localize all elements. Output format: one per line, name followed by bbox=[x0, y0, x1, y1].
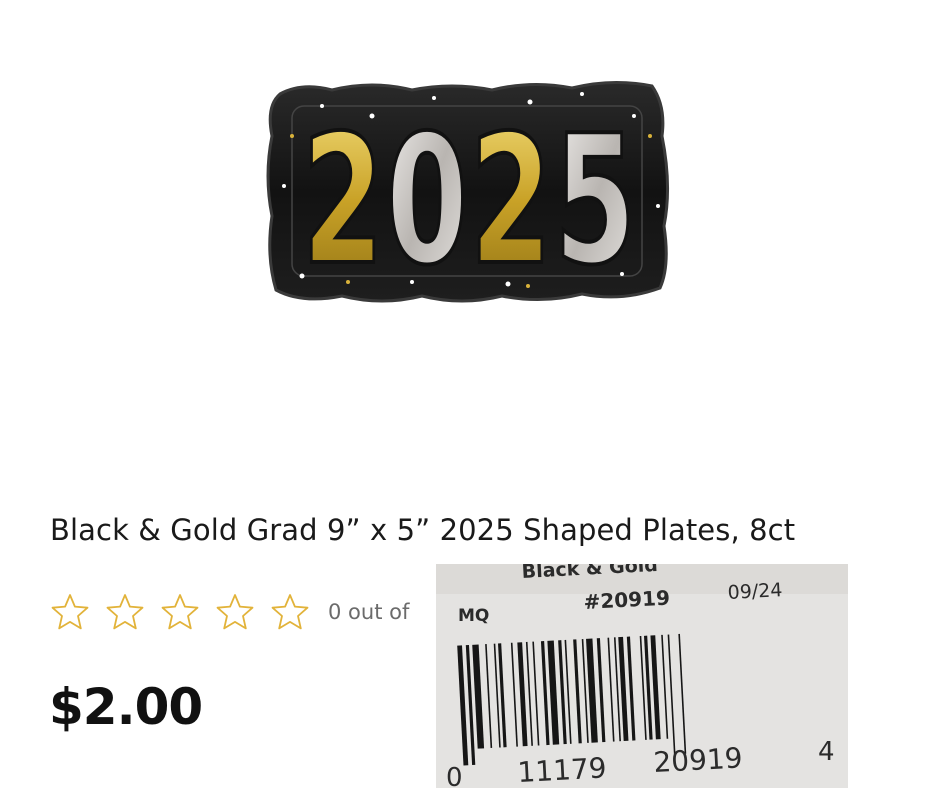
product-image[interactable]: 2 0 2 5 bbox=[262, 76, 674, 308]
svg-text:2: 2 bbox=[302, 97, 384, 304]
rating-row[interactable]: 0 out of bbox=[50, 590, 409, 634]
product-title: Black & Gold Grad 9” x 5” 2025 Shaped Pl… bbox=[50, 513, 796, 547]
label-digit-right: 4 bbox=[818, 737, 835, 767]
star-outline-icon[interactable] bbox=[270, 592, 310, 632]
svg-text:2: 2 bbox=[470, 97, 552, 304]
label-group1: 11179 bbox=[517, 751, 608, 788]
label-date: 09/24 bbox=[727, 579, 783, 604]
svg-text:5: 5 bbox=[554, 97, 636, 304]
label-group2: 20919 bbox=[653, 741, 744, 779]
star-outline-icon[interactable] bbox=[105, 592, 145, 632]
plate-graphic: 2 0 2 5 bbox=[266, 80, 670, 306]
barcode-label-photo: Black & Gold MQ #20919 09/24 0 11179 209… bbox=[436, 564, 848, 788]
star-outline-icon[interactable] bbox=[50, 592, 90, 632]
star-outline-icon[interactable] bbox=[160, 592, 200, 632]
label-code-prefix: MQ bbox=[458, 606, 489, 626]
star-outline-icon[interactable] bbox=[215, 592, 255, 632]
svg-text:0: 0 bbox=[386, 97, 468, 304]
product-price: $2.00 bbox=[49, 678, 203, 736]
label-item-number: #20919 bbox=[583, 586, 670, 614]
label-digit-left: 0 bbox=[446, 763, 463, 788]
rating-count-text[interactable]: 0 out of bbox=[328, 600, 409, 624]
